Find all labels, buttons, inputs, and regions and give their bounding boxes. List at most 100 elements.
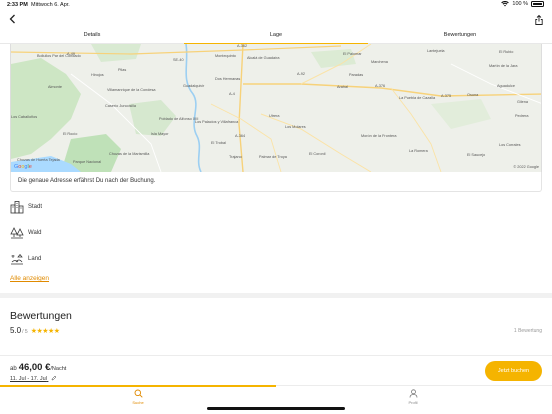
map-label: Alcalá de Guadaíra bbox=[247, 56, 280, 60]
chevron-left-icon bbox=[9, 14, 15, 24]
pencil-icon bbox=[52, 375, 57, 381]
map-label: Osuna bbox=[467, 93, 479, 97]
map-label: A-49 bbox=[67, 52, 76, 56]
map-copyright: © 2022 Google bbox=[513, 165, 539, 169]
nav-item-suche[interactable]: Suche bbox=[118, 389, 158, 409]
booking-bar: ab 46,00 € /Nacht 11. Jul - 17. Jul Jetz… bbox=[0, 355, 552, 386]
tab-lage[interactable]: Lage bbox=[184, 29, 368, 45]
show-all-link[interactable]: Alle anzeigen bbox=[10, 275, 49, 282]
map-label: Hinojos bbox=[91, 73, 104, 77]
map-label: Morón de la Frontera bbox=[361, 134, 397, 138]
map-label: Palmar de Troya bbox=[259, 155, 287, 159]
tab-details[interactable]: Details bbox=[0, 29, 184, 44]
map-label: Lantejuela bbox=[427, 49, 445, 53]
map-label: El Saucejo bbox=[467, 153, 486, 157]
map-label: Trajano bbox=[229, 155, 242, 159]
map-label: La Romera bbox=[409, 149, 428, 153]
rating-max: / 5 bbox=[22, 329, 28, 335]
price-row: ab 46,00 € /Nacht bbox=[10, 362, 66, 373]
active-tab-indicator bbox=[0, 385, 276, 387]
price-unit: /Nacht bbox=[50, 366, 67, 372]
battery-icon bbox=[531, 1, 544, 7]
map-label: Montequinto bbox=[215, 54, 236, 58]
map-label: El Trobal bbox=[211, 141, 226, 145]
map-label: Chozas de Huerta Tejada bbox=[17, 158, 60, 162]
map-label: Guadalquivir bbox=[183, 84, 205, 88]
home-indicator[interactable] bbox=[207, 407, 345, 410]
status-date: Mittwoch 6. Apr. bbox=[31, 2, 70, 8]
status-bar: 2:33 PM Mittwoch 6. Apr. 100 % bbox=[0, 0, 552, 10]
map-label: Gilena bbox=[517, 100, 528, 104]
map-label: Almonte bbox=[48, 85, 62, 89]
address-note-box: Die genaue Adresse erfährst Du nach der … bbox=[10, 172, 542, 192]
map-label: Martín de la Jara bbox=[489, 64, 518, 68]
map-label: Arahal bbox=[337, 85, 348, 89]
map-label: SE-40 bbox=[173, 58, 184, 62]
google-logo: Google bbox=[14, 164, 32, 170]
map-label: El Palomar bbox=[343, 52, 362, 56]
map-label: A-92 bbox=[297, 72, 306, 76]
share-icon bbox=[535, 14, 543, 25]
map-label: Aguadulce bbox=[497, 84, 515, 88]
map-label: Los Palacios y Villafranca bbox=[195, 120, 239, 124]
status-indicators: 100 % bbox=[501, 1, 544, 7]
address-note: Die genaue Adresse erfährst Du nach der … bbox=[18, 178, 156, 184]
feature-item-land: Land bbox=[10, 252, 41, 266]
countryside-icon bbox=[11, 253, 23, 265]
battery-percent: 100 % bbox=[512, 1, 528, 7]
map-label: Poblado de Alfonso XIII bbox=[159, 117, 199, 121]
map-label: Villamanrique de la Condesa bbox=[107, 88, 156, 92]
book-now-button[interactable]: Jetzt buchen bbox=[485, 361, 542, 381]
map-label: A-4 bbox=[229, 92, 235, 96]
map-label: A-375 bbox=[441, 94, 452, 98]
rating-summary: 5.0 / 5 ★★★★★ bbox=[10, 326, 60, 335]
price-value: 46,00 € bbox=[18, 362, 51, 373]
navigation-row bbox=[0, 12, 552, 28]
map-graphic: Google bbox=[11, 44, 541, 172]
map-label: El Rubio bbox=[499, 50, 514, 54]
map-label: A-362 bbox=[237, 44, 248, 48]
map-label: A-364 bbox=[235, 134, 246, 138]
price-prefix: ab bbox=[10, 366, 17, 372]
city-icon bbox=[10, 201, 24, 214]
back-button[interactable] bbox=[8, 13, 18, 25]
section-divider bbox=[0, 293, 552, 298]
map-label: Pedrera bbox=[515, 114, 529, 118]
map-label: La Puebla de Cazalla bbox=[399, 96, 436, 100]
feature-label: Wald bbox=[28, 230, 42, 236]
nav-item-profil[interactable]: Profil bbox=[393, 389, 433, 409]
wifi-icon bbox=[501, 1, 510, 7]
date-range: 11. Jul - 17. Jul bbox=[10, 376, 47, 382]
map-label: Caserío Juncosilla bbox=[105, 104, 137, 108]
user-icon bbox=[409, 389, 417, 398]
rating-stars: ★★★★★ bbox=[30, 328, 60, 335]
feature-item-wald: Wald bbox=[10, 226, 41, 240]
map-label: Dos Hermanas bbox=[215, 77, 241, 81]
map-label: A-376 bbox=[375, 84, 386, 88]
map-label: Los Molares bbox=[285, 125, 306, 129]
map-label: Pilas bbox=[118, 68, 127, 72]
map-label: Isla Mayor bbox=[151, 132, 169, 136]
search-icon bbox=[134, 389, 143, 398]
map-label: Parque Nacional bbox=[73, 160, 102, 164]
tab-bar: Details Lage Bewertungen bbox=[0, 29, 552, 45]
map-label: Marchena bbox=[371, 60, 388, 64]
map-label: El Rocío bbox=[63, 132, 78, 136]
rating-score: 5.0 bbox=[10, 326, 22, 335]
map-label: El Coronil bbox=[309, 152, 326, 156]
forest-icon bbox=[10, 227, 24, 239]
share-button[interactable] bbox=[534, 13, 544, 25]
tab-bewertungen[interactable]: Bewertungen bbox=[368, 29, 552, 44]
reviews-heading: Bewertungen bbox=[10, 310, 72, 322]
map-label: Los Caballoños bbox=[11, 115, 38, 119]
feature-item-stadt: Stadt bbox=[10, 200, 42, 214]
review-count: 1 Bewertung bbox=[513, 328, 542, 334]
location-map[interactable]: Google Bollullos Par del Condado A-49 Hi… bbox=[10, 44, 542, 172]
map-label: Utrera bbox=[269, 114, 280, 118]
date-range-button[interactable]: 11. Jul - 17. Jul bbox=[10, 375, 57, 382]
feature-label: Stadt bbox=[28, 204, 43, 210]
status-time: 2:33 PM bbox=[7, 2, 28, 8]
map-label: Paradas bbox=[349, 73, 364, 77]
nav-label: Profil bbox=[408, 400, 418, 405]
map-label: Chozas de la Marismilla bbox=[109, 152, 150, 156]
